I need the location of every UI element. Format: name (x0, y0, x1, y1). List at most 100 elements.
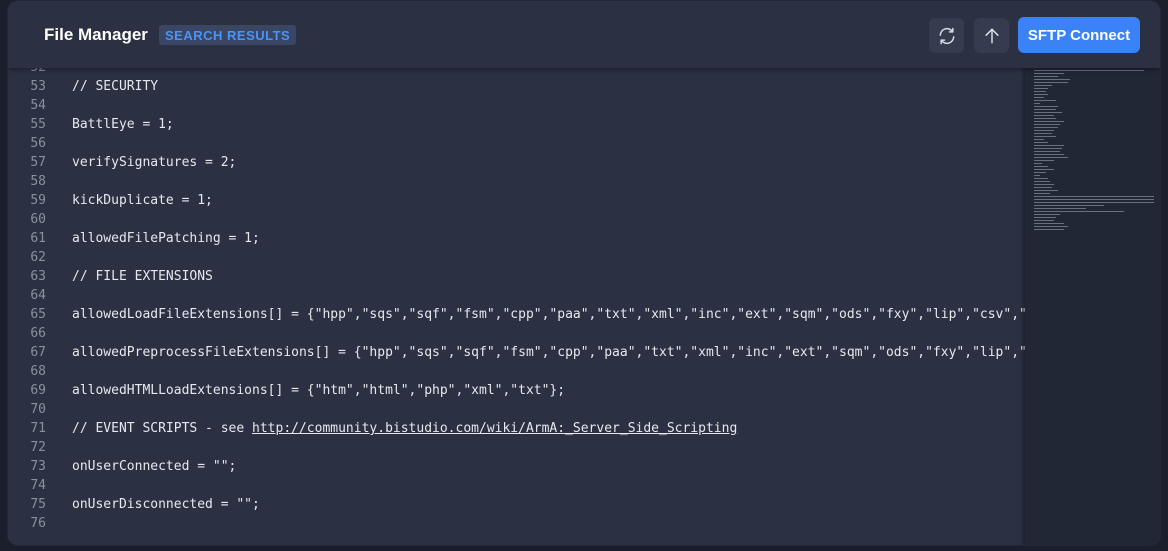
code-line: 69 allowedHTMLLoadExtensions[] = {"htm","… (8, 381, 1025, 400)
minimap-line (1034, 109, 1056, 110)
code-text: allowedLoadFileExtensions[] = {"hpp","sq… (72, 305, 1025, 324)
minimap-line (1034, 97, 1044, 98)
minimap-line (1034, 112, 1062, 113)
code-line: 58 (8, 172, 1025, 191)
minimap-line (1034, 133, 1052, 134)
minimap-line (1034, 193, 1050, 194)
line-number: 65 (30, 307, 46, 322)
minimap-line (1034, 115, 1054, 116)
minimap-line (1034, 139, 1044, 140)
minimap-line (1034, 205, 1104, 206)
minimap-line (1034, 181, 1050, 182)
minimap-line (1034, 148, 1062, 149)
code-line: 65 allowedLoadFileExtensions[] = {"hpp","… (8, 305, 1025, 324)
code-text-content: BattlEye = 1; (72, 117, 174, 132)
line-number: 54 (30, 98, 46, 113)
code-line: 68 (8, 362, 1025, 381)
line-number: 57 (30, 155, 46, 170)
minimap-line (1034, 175, 1040, 176)
line-number: 69 (30, 383, 46, 398)
code-text: // EVENT SCRIPTS - see http://community.… (72, 419, 737, 438)
code-text-content: allowedFilePatching = 1; (72, 231, 260, 246)
minimap-line (1034, 163, 1042, 164)
code-line: 70 (8, 400, 1025, 419)
code-line: 62 (8, 248, 1025, 267)
minimap-line (1034, 94, 1048, 95)
minimap-line (1034, 130, 1054, 131)
code-editor[interactable]: 52 53 // SECURITY 54 55 BattlEye = 1; 56 57 veri… (8, 68, 1025, 545)
minimap-line (1034, 214, 1060, 215)
minimap-line (1034, 208, 1086, 209)
minimap-line (1034, 154, 1064, 155)
code-line: 72 (8, 438, 1025, 457)
minimap-line (1034, 103, 1040, 104)
line-number: 76 (30, 516, 46, 531)
minimap-line (1034, 199, 1154, 200)
minimap-line (1034, 157, 1068, 158)
code-text-content: verifySignatures = 2; (72, 155, 237, 170)
line-number: 67 (30, 345, 46, 360)
minimap-line (1034, 202, 1154, 203)
minimap-line (1034, 196, 1154, 197)
code-line: 60 (8, 210, 1025, 229)
upload-button[interactable] (974, 18, 1009, 53)
minimap-line (1034, 145, 1064, 146)
minimap-line (1034, 100, 1056, 101)
code-text-content: // EVENT SCRIPTS - see (72, 421, 253, 436)
code-line: 67 allowedPreprocessFileExtensions[] = {"… (8, 343, 1025, 362)
line-number: 68 (30, 364, 46, 379)
code-line: 61 allowedFilePatching = 1; (8, 229, 1025, 248)
minimap-line (1034, 172, 1046, 173)
minimap-line (1034, 184, 1054, 185)
line-number: 73 (30, 459, 46, 474)
minimap-line (1034, 223, 1064, 224)
code-line: 52 (8, 68, 1025, 77)
code-text: onUserConnected = ""; (72, 457, 236, 476)
line-number: 61 (30, 231, 46, 246)
code-line: 75 onUserDisconnected = ""; (8, 495, 1025, 514)
code-line: 71 // EVENT SCRIPTS - see http://communit… (8, 419, 1025, 438)
minimap-line (1034, 178, 1048, 179)
minimap-line (1034, 91, 1046, 92)
arrow-up-icon (984, 28, 999, 43)
line-number: 59 (30, 193, 46, 208)
sftp-connect-button[interactable]: SFTP Connect (1018, 17, 1140, 53)
code-line: 74 (8, 476, 1025, 495)
line-number: 70 (30, 402, 46, 417)
code-text: allowedHTMLLoadExtensions[] = {"htm","ht… (72, 381, 565, 400)
minimap-line (1034, 127, 1058, 128)
code-text: allowedFilePatching = 1; (72, 229, 260, 248)
code-line: 57 verifySignatures = 2; (8, 153, 1025, 172)
code-text: onUserDisconnected = ""; (72, 495, 260, 514)
line-number: 72 (30, 440, 46, 455)
minimap-line (1034, 187, 1052, 188)
code-text-content: kickDuplicate = 1; (72, 193, 213, 208)
wiki-link[interactable]: http://community.bistudio.com/wiki/ArmA:… (252, 421, 737, 436)
code-line: 53 // SECURITY (8, 77, 1025, 96)
line-number: 62 (30, 250, 46, 265)
code-text-content: onUserConnected = ""; (72, 459, 237, 474)
code-minimap[interactable] (1025, 68, 1160, 545)
code-text: // FILE EXTENSIONS (72, 267, 213, 286)
line-number: 53 (30, 79, 46, 94)
code-line: 76 (8, 514, 1025, 533)
code-line: 66 (8, 324, 1025, 343)
code-line: 56 (8, 134, 1025, 153)
line-number: 75 (30, 497, 46, 512)
minimap-line (1034, 220, 1054, 221)
code-line: 73 onUserConnected = ""; (8, 457, 1025, 476)
code-text: kickDuplicate = 1; (72, 191, 213, 210)
code-text: verifySignatures = 2; (72, 153, 236, 172)
line-number: 63 (30, 269, 46, 284)
line-number: 71 (30, 421, 46, 436)
line-number: 60 (30, 212, 46, 227)
line-number: 66 (30, 326, 46, 341)
code-line: 54 (8, 96, 1025, 115)
code-text-content: onUserDisconnected = ""; (72, 497, 260, 512)
refresh-button[interactable] (929, 18, 964, 53)
line-number: 58 (30, 174, 46, 189)
code-text: allowedPreprocessFileExtensions[] = {"hp… (72, 343, 1025, 362)
code-text-content: allowedHTMLLoadExtensions[] = {"htm","ht… (72, 383, 566, 398)
page-title: File Manager (44, 25, 148, 44)
minimap-line (1034, 76, 1058, 77)
